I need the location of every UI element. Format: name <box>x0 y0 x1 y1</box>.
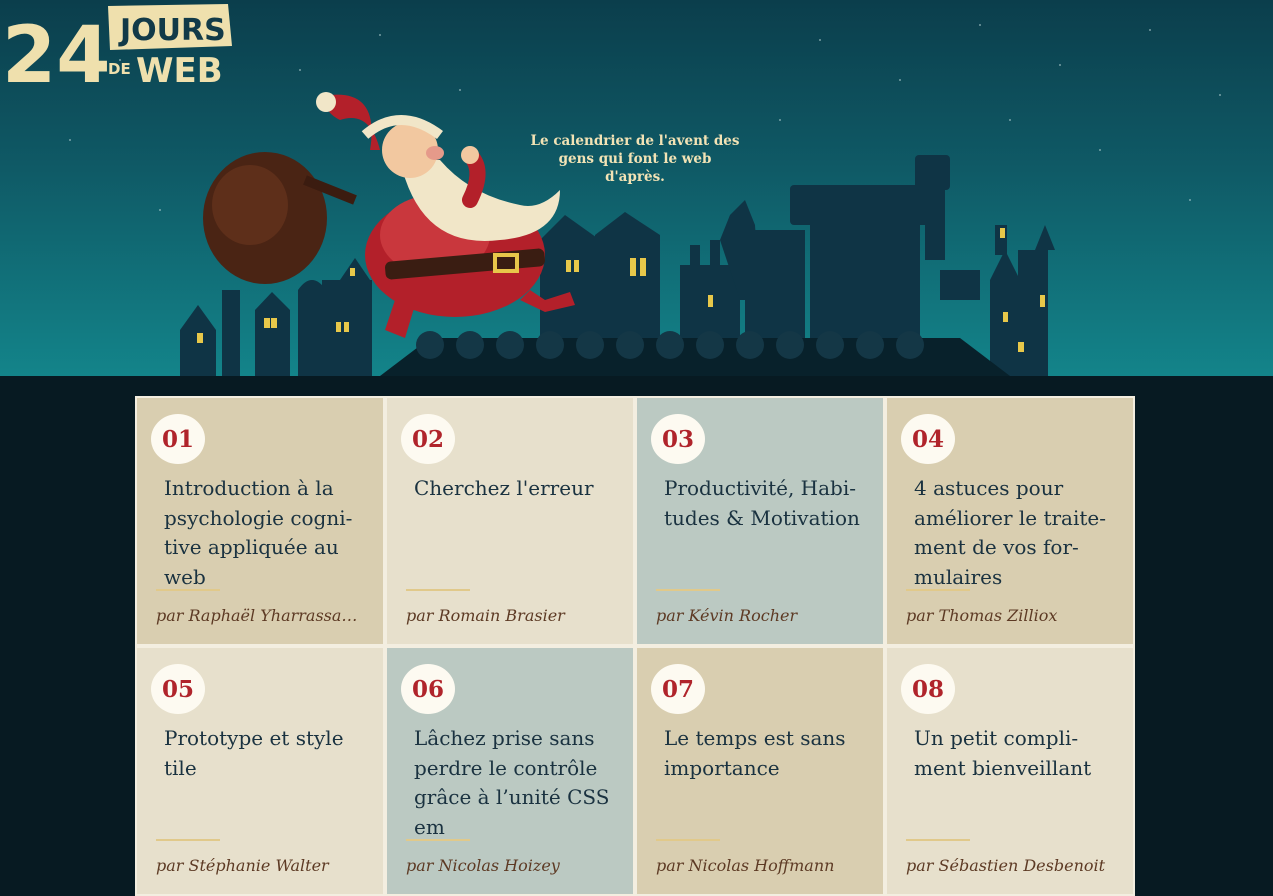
day-card-02[interactable]: 02 Cherchez l'erreur par Romain Brasier <box>385 396 635 646</box>
day-author: par Thomas Zilliox <box>906 606 1058 625</box>
divider <box>406 839 470 841</box>
day-title[interactable]: Prototype et style tile <box>164 724 369 783</box>
day-title[interactable]: Lâchez prise sans perdre le contrôle grâ… <box>414 724 619 842</box>
day-title[interactable]: Productivité, Habi­tudes & Motivation <box>664 474 869 533</box>
day-author: par Raphaël Yharrassa… <box>156 606 358 625</box>
day-number-badge: 05 <box>151 664 205 714</box>
day-title[interactable]: Un petit compli­ment bienveillant <box>914 724 1119 783</box>
day-card-03[interactable]: 03 Productivité, Habi­tudes & Motivation… <box>635 396 885 646</box>
day-number-badge: 04 <box>901 414 955 464</box>
divider <box>906 589 970 591</box>
day-number-badge: 01 <box>151 414 205 464</box>
divider <box>406 589 470 591</box>
site-logo[interactable]: 24 JOURS DE WEB <box>0 0 240 95</box>
day-title[interactable]: Introduction à la psychologie cogni­tive… <box>164 474 369 592</box>
day-author: par Nicolas Hoizey <box>406 856 560 875</box>
advent-calendar-grid: 01 Introduction à la psychologie cogni­t… <box>135 396 1135 896</box>
divider <box>906 839 970 841</box>
svg-text:24: 24 <box>2 11 111 95</box>
day-card-07[interactable]: 07 Le temps est sans importance par Nico… <box>635 646 885 896</box>
svg-text:DE: DE <box>108 60 131 78</box>
svg-text:JOURS: JOURS <box>118 13 226 48</box>
day-number-badge: 08 <box>901 664 955 714</box>
santa-icon <box>203 92 575 338</box>
day-number-badge: 02 <box>401 414 455 464</box>
day-card-01[interactable]: 01 Introduction à la psychologie cogni­t… <box>135 396 385 646</box>
day-card-04[interactable]: 04 4 astuces pour améliorer le traite­me… <box>885 396 1135 646</box>
day-author: par Stéphanie Walter <box>156 856 329 875</box>
divider <box>656 589 720 591</box>
day-author: par Nicolas Hoffmann <box>656 856 835 875</box>
divider <box>156 839 220 841</box>
day-number-badge: 03 <box>651 414 705 464</box>
day-card-06[interactable]: 06 Lâchez prise sans perdre le contrôle … <box>385 646 635 896</box>
day-author: par Kévin Rocher <box>656 606 798 625</box>
divider <box>156 589 220 591</box>
day-number-badge: 06 <box>401 664 455 714</box>
day-title[interactable]: Le temps est sans importance <box>664 724 869 783</box>
day-author: par Romain Brasier <box>406 606 565 625</box>
day-title[interactable]: Cherchez l'erreur <box>414 474 619 504</box>
divider <box>656 839 720 841</box>
svg-text:WEB: WEB <box>136 51 223 91</box>
day-card-08[interactable]: 08 Un petit compli­ment bienveillant par… <box>885 646 1135 896</box>
hero-banner: 24 JOURS DE WEB Le calendrier de l'avent… <box>0 0 1273 376</box>
tagline-line-1: Le calendrier de l'avent des <box>530 133 740 149</box>
day-card-05[interactable]: 05 Prototype et style tile par Stéphanie… <box>135 646 385 896</box>
tagline-line-2: gens qui font le web d'après. <box>558 151 712 185</box>
day-title[interactable]: 4 astuces pour améliorer le traite­ment … <box>914 474 1119 592</box>
day-author: par Sébastien Desbenoit <box>906 856 1106 875</box>
day-number-badge: 07 <box>651 664 705 714</box>
site-tagline: Le calendrier de l'avent des gens qui fo… <box>530 132 740 186</box>
